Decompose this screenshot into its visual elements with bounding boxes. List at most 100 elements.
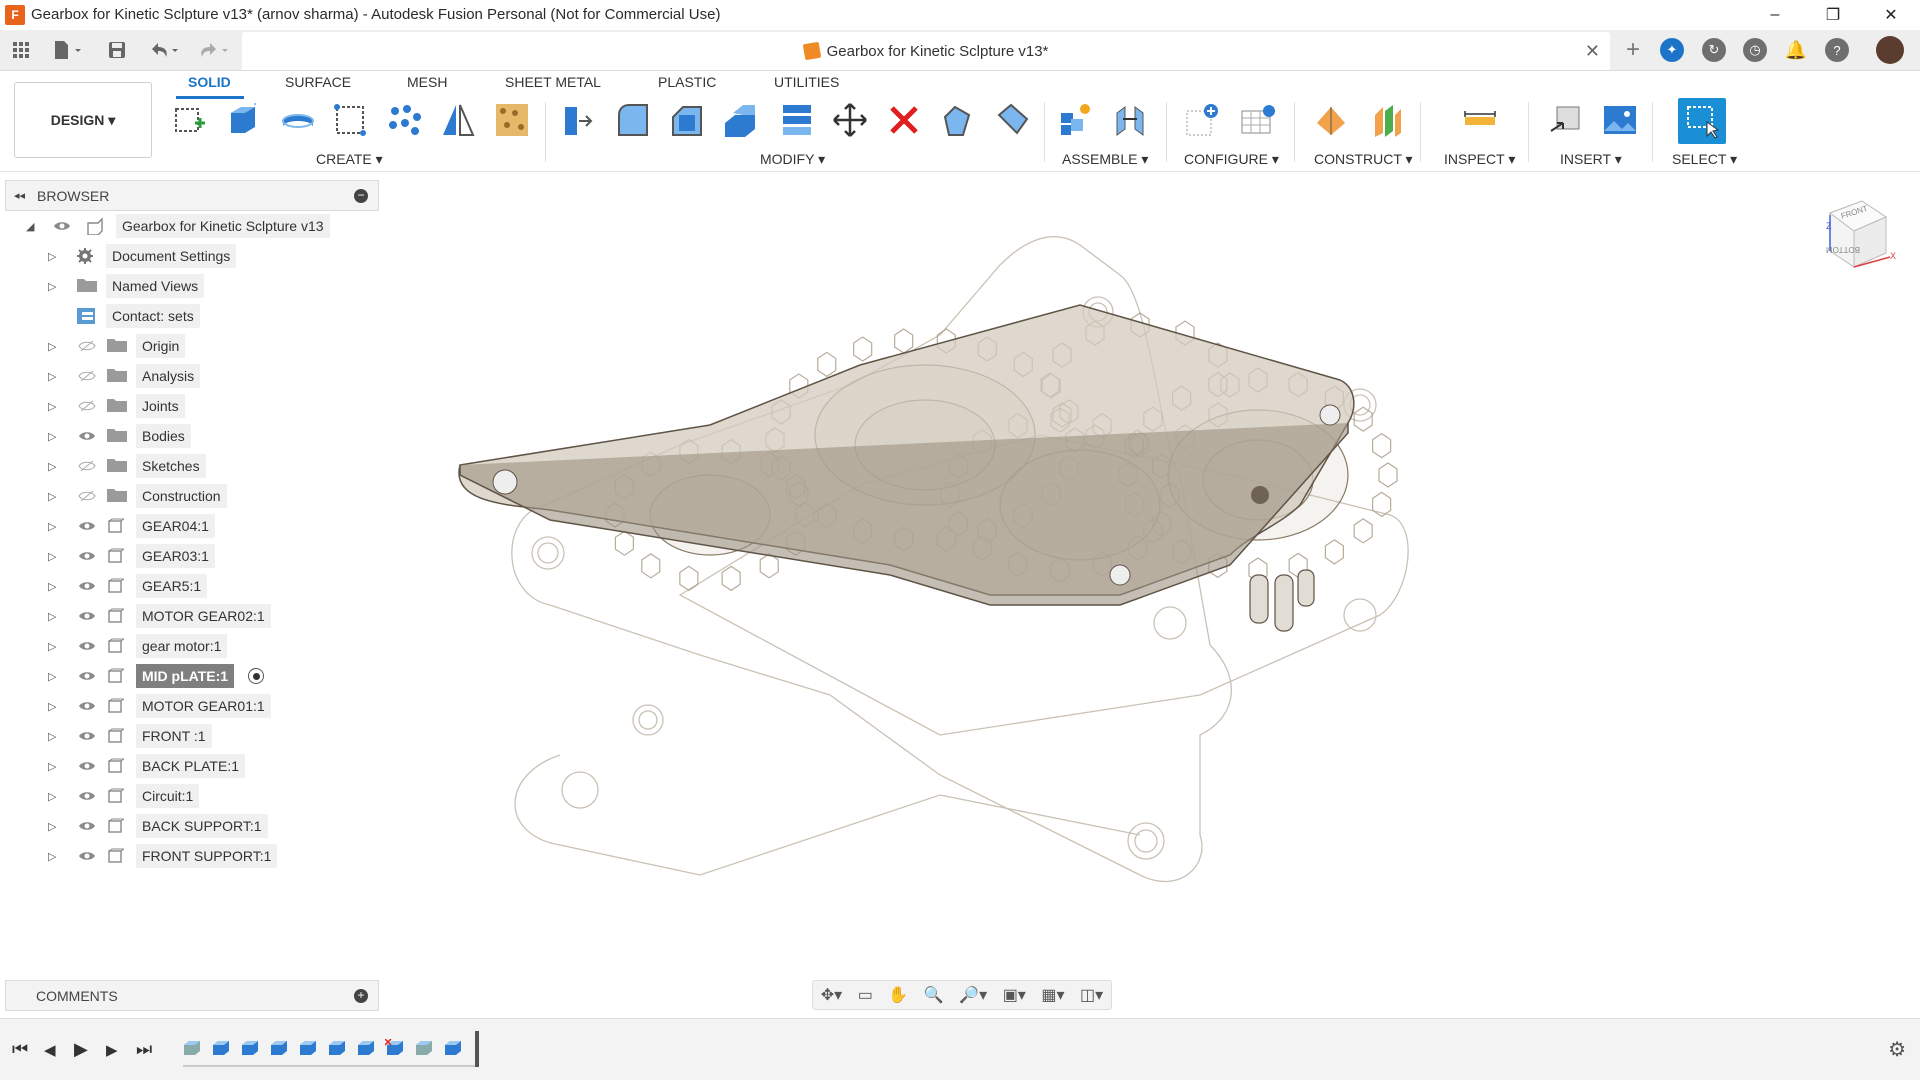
grid-settings-icon[interactable]: ▦▾ xyxy=(1041,985,1064,1005)
configuration-table-icon[interactable] xyxy=(1238,100,1278,140)
collapse-triangle-icon[interactable]: ◢ xyxy=(26,220,34,233)
workspace-design-dropdown[interactable]: DESIGN ▾ xyxy=(14,82,152,158)
avatar[interactable] xyxy=(1876,36,1904,64)
expand-triangle-icon[interactable]: ▷ xyxy=(48,520,56,533)
move-copy-icon[interactable] xyxy=(830,100,870,140)
inspect-group-label[interactable]: INSPECT ▾ xyxy=(1444,151,1515,168)
insert-derive-icon[interactable] xyxy=(1546,100,1586,140)
rectangular-pattern-sketch-icon[interactable] xyxy=(330,100,370,140)
orbit-icon[interactable]: ✥▾ xyxy=(821,985,842,1005)
timeline-play-button[interactable]: ▶ xyxy=(74,1039,88,1060)
browser-node[interactable]: ▷ Origin xyxy=(0,332,380,360)
browser-node[interactable]: ▷ Bodies xyxy=(0,422,380,450)
expand-triangle-icon[interactable]: ▷ xyxy=(48,430,56,443)
display-settings-icon[interactable]: ▣▾ xyxy=(1003,985,1026,1005)
browser-node[interactable]: ▷ Analysis xyxy=(0,362,380,390)
timeline-feature-icon[interactable] xyxy=(211,1039,231,1057)
browser-node[interactable]: ▷ Joints xyxy=(0,392,380,420)
configure-group-label[interactable]: CONFIGURE ▾ xyxy=(1184,151,1279,168)
timeline-feature-icon[interactable] xyxy=(356,1039,376,1057)
viewcube[interactable]: FRONT BOTTOM X Z xyxy=(1820,195,1896,281)
split-body-icon[interactable] xyxy=(992,100,1032,140)
expand-triangle-icon[interactable]: ▷ xyxy=(48,280,56,293)
fillet-icon[interactable] xyxy=(612,100,652,140)
visibility-eye-icon[interactable] xyxy=(76,335,98,357)
joint-icon[interactable] xyxy=(1110,100,1150,140)
timeline-feature-icon[interactable] xyxy=(384,1038,405,1057)
visibility-eye-icon[interactable] xyxy=(76,635,98,657)
create-group-label[interactable]: CREATE ▾ xyxy=(316,151,383,168)
timeline-feature-icon[interactable] xyxy=(414,1039,434,1057)
create-sketch-icon[interactable] xyxy=(170,100,210,140)
gearbox-model[interactable] xyxy=(380,175,1920,975)
browser-node[interactable]: Contact: sets xyxy=(0,302,380,330)
job-status-icon[interactable]: ◷ xyxy=(1743,38,1767,62)
visibility-eye-icon[interactable] xyxy=(51,215,73,237)
browser-node[interactable]: ▷ GEAR04:1 xyxy=(0,512,380,540)
tab-sheet-metal[interactable]: SHEET METAL xyxy=(505,74,601,90)
split-face-icon[interactable] xyxy=(938,100,978,140)
comments-panel-header[interactable]: COMMENTS + xyxy=(5,980,379,1011)
visibility-eye-icon[interactable] xyxy=(76,695,98,717)
browser-node[interactable]: ▷ Document Settings xyxy=(0,242,380,270)
expand-triangle-icon[interactable]: ▷ xyxy=(48,700,56,713)
browser-node[interactable]: ▷ Named Views xyxy=(0,272,380,300)
expand-triangle-icon[interactable]: ▷ xyxy=(48,460,56,473)
browser-node[interactable]: ▷ FRONT SUPPORT:1 xyxy=(0,842,380,870)
browser-node[interactable]: ▷ MID pLATE:1 xyxy=(0,662,380,690)
midplane-icon[interactable] xyxy=(1368,100,1408,140)
undo-icon[interactable] xyxy=(146,38,182,62)
expand-triangle-icon[interactable]: ▷ xyxy=(48,250,56,263)
timeline-next-button[interactable]: ▶ xyxy=(106,1041,118,1059)
visibility-eye-icon[interactable] xyxy=(76,785,98,807)
notifications-bell-icon[interactable]: 🔔 xyxy=(1784,38,1808,62)
visibility-eye-icon[interactable] xyxy=(76,755,98,777)
expand-triangle-icon[interactable]: ▷ xyxy=(48,370,56,383)
close-tab-icon[interactable]: ✕ xyxy=(1585,41,1600,62)
browser-node[interactable]: ◢ Gearbox for Kinetic Sclpture v13 xyxy=(0,212,380,240)
browser-node[interactable]: ▷ Construction xyxy=(0,482,380,510)
canvas-viewport[interactable] xyxy=(380,175,1920,975)
timeline-feature-icon[interactable] xyxy=(240,1039,260,1057)
timeline-last-button[interactable]: ⏭ xyxy=(136,1039,152,1060)
expand-triangle-icon[interactable]: ▷ xyxy=(48,490,56,503)
expand-triangle-icon[interactable]: ▷ xyxy=(48,340,56,353)
zoom-icon[interactable]: 🔍 xyxy=(924,985,944,1005)
offset-plane-icon[interactable] xyxy=(1312,100,1352,140)
extensions-icon[interactable]: ✦ xyxy=(1660,38,1684,62)
expand-triangle-icon[interactable]: ▷ xyxy=(48,760,56,773)
data-panel-grid-icon[interactable] xyxy=(10,38,32,62)
timeline-feature-icon[interactable] xyxy=(269,1039,289,1057)
timeline-marker[interactable] xyxy=(475,1031,479,1067)
visibility-eye-icon[interactable] xyxy=(76,425,98,447)
browser-node[interactable]: ▷ Sketches xyxy=(0,452,380,480)
extrude-icon[interactable] xyxy=(224,100,264,140)
timeline-feature-icon[interactable] xyxy=(327,1039,347,1057)
expand-triangle-icon[interactable]: ▷ xyxy=(48,670,56,683)
expand-triangle-icon[interactable]: ▷ xyxy=(48,610,56,623)
activate-component-radio-icon[interactable] xyxy=(248,668,264,684)
expand-triangle-icon[interactable]: ▷ xyxy=(48,820,56,833)
timeline-feature-icon[interactable] xyxy=(443,1039,463,1057)
visibility-eye-icon[interactable] xyxy=(76,485,98,507)
mirror-icon[interactable] xyxy=(438,100,478,140)
insert-group-label[interactable]: INSERT ▾ xyxy=(1560,151,1622,168)
browser-node[interactable]: ▷ BACK PLATE:1 xyxy=(0,752,380,780)
visibility-eye-icon[interactable] xyxy=(76,725,98,747)
viewports-icon[interactable]: ◫▾ xyxy=(1080,985,1103,1005)
form-texture-icon[interactable] xyxy=(492,100,532,140)
browser-node[interactable]: ▷ MOTOR GEAR02:1 xyxy=(0,602,380,630)
browser-panel-header[interactable]: ◂◂ BROWSER − xyxy=(5,180,379,211)
tab-mesh[interactable]: MESH xyxy=(407,74,447,90)
redo-icon[interactable] xyxy=(196,38,232,62)
visibility-eye-icon[interactable] xyxy=(76,515,98,537)
browser-node[interactable]: ▷ GEAR5:1 xyxy=(0,572,380,600)
construct-group-label[interactable]: CONSTRUCT ▾ xyxy=(1314,151,1413,168)
visibility-eye-icon[interactable] xyxy=(76,365,98,387)
window-select-icon[interactable] xyxy=(1678,98,1726,144)
collapse-browser-icon[interactable]: ◂◂ xyxy=(14,189,25,202)
timeline-feature-icon[interactable] xyxy=(182,1039,202,1057)
browser-minimize-icon[interactable]: − xyxy=(354,188,368,203)
visibility-eye-icon[interactable] xyxy=(76,575,98,597)
press-pull-icon[interactable] xyxy=(558,100,598,140)
